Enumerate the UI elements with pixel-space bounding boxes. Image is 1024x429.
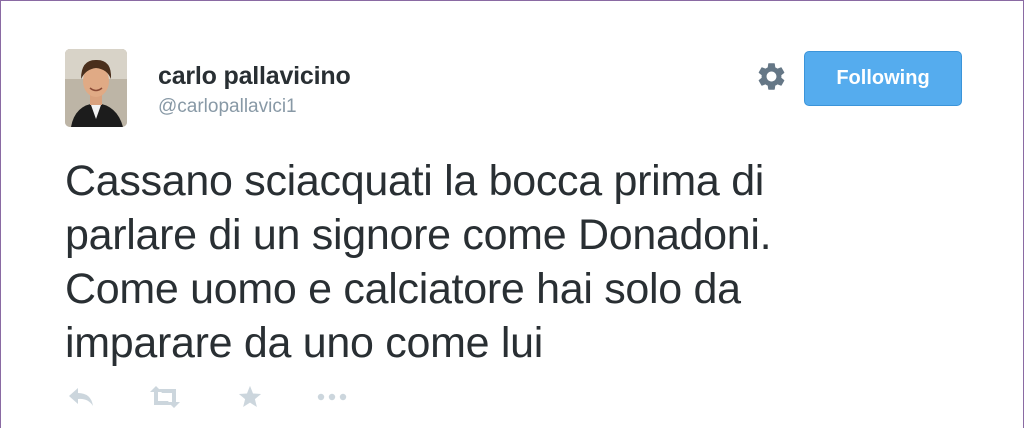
user-name[interactable]: carlo pallavicino [158,62,351,91]
tweet-line: Cassano sciacquati la bocca prima di [65,157,765,205]
tweet-text: Cassano sciacquati la bocca prima di par… [65,154,885,370]
following-button[interactable]: Following [804,51,962,106]
favorite-icon[interactable] [236,383,264,416]
tweet-line: Come uomo e calciatore hai solo da [65,265,741,313]
tweet-line: imparare da uno come lui [65,319,543,367]
user-handle[interactable]: @carlopallavici1 [158,96,297,118]
retweet-icon[interactable] [148,383,182,416]
tweet-line: parlare di un signore come Donadoni. [65,211,772,259]
more-icon[interactable] [316,383,348,416]
reply-icon[interactable] [66,383,96,416]
avatar[interactable] [65,49,127,127]
gear-icon[interactable] [755,60,788,93]
